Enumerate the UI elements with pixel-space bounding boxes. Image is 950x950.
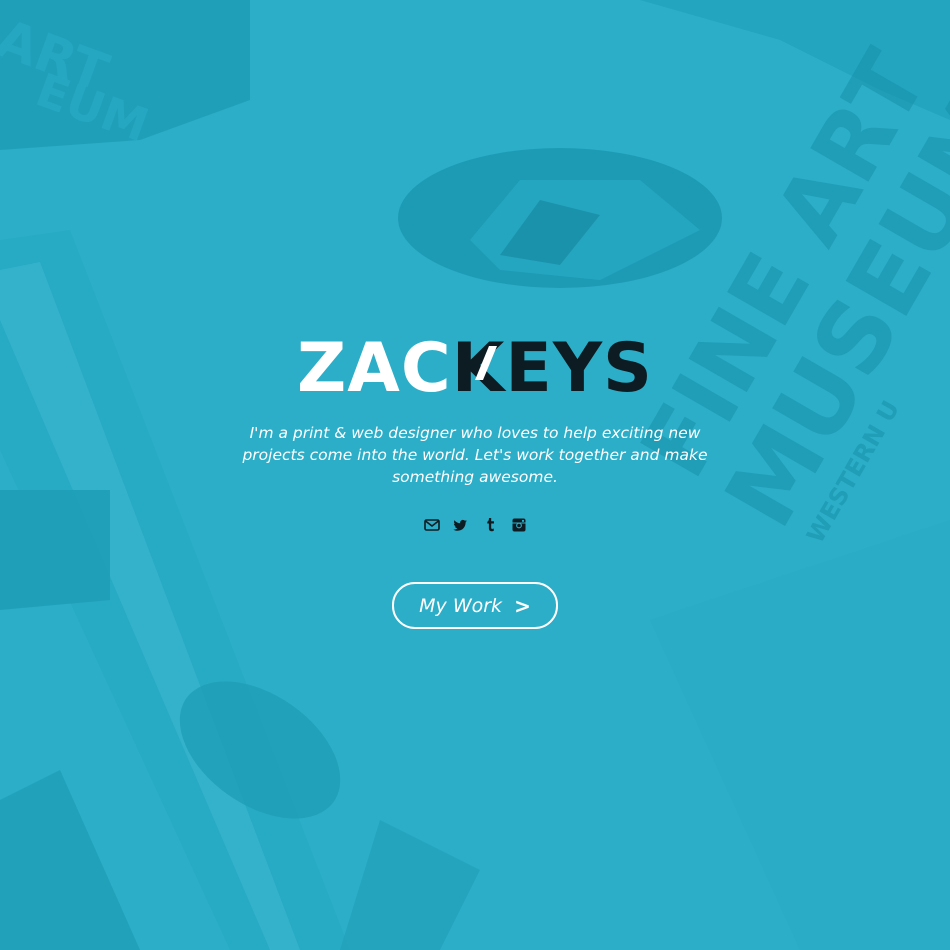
hero-tagline: I'm a print & web designer who loves to … [242,424,708,486]
social-links [420,514,530,536]
twitter-link[interactable] [449,514,471,536]
hero-section: ZACKEYS I'm a print & web designer who l… [0,0,950,950]
logo[interactable]: ZACKEYS [297,332,653,398]
twitter-icon [453,519,468,531]
email-link[interactable] [420,514,442,536]
instagram-link[interactable] [508,514,530,536]
tumblr-link[interactable] [479,514,501,536]
svg-text:ZACKEYS: ZACKEYS [297,332,653,398]
tumblr-icon [486,518,494,532]
my-work-button[interactable]: My Work > [392,582,558,629]
chevron-right-icon: > [514,593,531,618]
my-work-label: My Work [419,594,503,617]
envelope-icon [424,519,440,531]
logo-part-zac: ZAC [297,332,452,398]
instagram-icon [512,518,526,532]
